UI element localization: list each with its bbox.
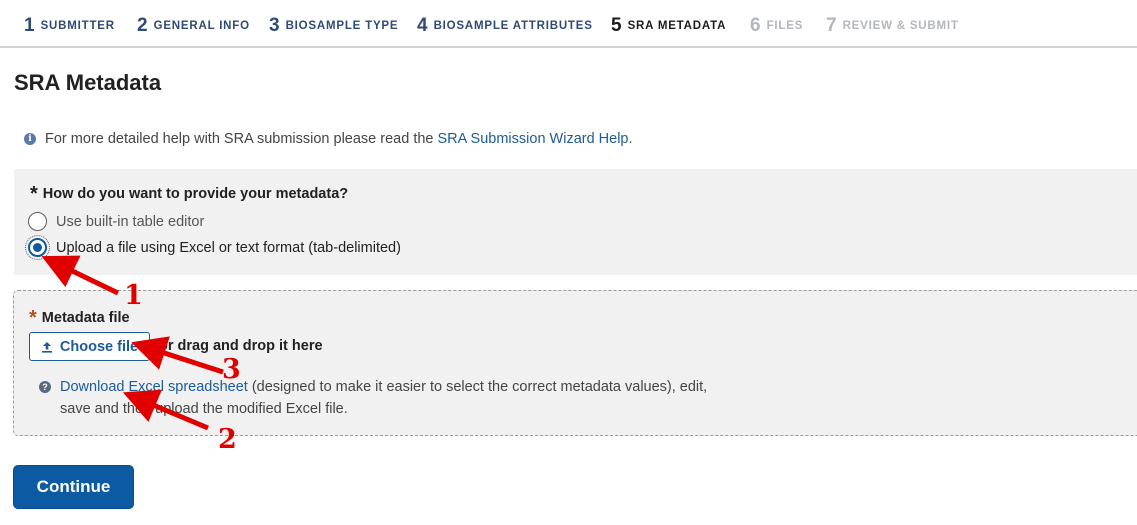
choose-file-button[interactable]: Choose file <box>29 332 150 361</box>
choose-file-label: Choose file <box>59 338 139 355</box>
help-text: For more detailed help with SRA submissi… <box>45 131 434 147</box>
sra-wizard-help-link[interactable]: SRA Submission Wizard Help <box>438 131 629 147</box>
required-star-icon: * <box>30 183 38 205</box>
step-number: 2 <box>137 15 148 36</box>
upload-icon <box>41 341 52 353</box>
wizard-step-bar: 1 SUBMITTER 2 GENERAL INFO 3 BIOSAMPLE T… <box>14 8 974 44</box>
continue-button[interactable]: Continue <box>13 465 134 509</box>
radio-label: Use built-in table editor <box>56 213 205 230</box>
info-icon: i <box>24 133 36 145</box>
metadata-question-text: How do you want to provide your metadata… <box>42 186 349 202</box>
step-biosample-attributes[interactable]: 4 BIOSAMPLE ATTRIBUTES <box>404 8 604 44</box>
drag-drop-text: or drag and drop it here <box>159 338 323 354</box>
step-label: FILES <box>766 20 804 32</box>
metadata-question: * How do you want to provide your metada… <box>30 183 349 205</box>
step-label: SRA METADATA <box>627 20 727 32</box>
radio-option-table-editor[interactable]: Use built-in table editor <box>28 212 204 231</box>
step-number: 6 <box>750 15 761 36</box>
metadata-file-label: * Metadata file <box>29 307 130 329</box>
metadata-file-label-text: Metadata file <box>41 310 130 326</box>
step-label: BIOSAMPLE TYPE <box>285 20 399 32</box>
radio-button-table-editor[interactable] <box>28 212 47 231</box>
radio-label: Upload a file using Excel or text format… <box>56 239 401 256</box>
step-label: REVIEW & SUBMIT <box>842 20 959 32</box>
step-sra-metadata[interactable]: 5 SRA METADATA <box>595 8 739 44</box>
step-general-info[interactable]: 2 GENERAL INFO <box>122 8 258 44</box>
step-label: GENERAL INFO <box>153 20 250 32</box>
help-line: i For more detailed help with SRA submis… <box>24 131 633 147</box>
question-icon: ? <box>39 381 51 393</box>
required-star-icon: * <box>29 307 37 329</box>
step-number: 1 <box>24 15 35 36</box>
step-number: 7 <box>826 15 837 36</box>
step-label: SUBMITTER <box>40 20 115 32</box>
metadata-choice-panel: * How do you want to provide your metada… <box>14 169 1137 275</box>
step-bar-divider <box>0 46 1137 48</box>
download-instructions: Download Excel spreadsheet (designed to … <box>60 376 740 420</box>
step-number: 3 <box>269 15 280 36</box>
step-submitter[interactable]: 1 SUBMITTER <box>14 8 124 44</box>
radio-option-upload-file[interactable]: Upload a file using Excel or text format… <box>25 235 401 260</box>
download-excel-link[interactable]: Download Excel spreadsheet <box>60 379 248 395</box>
help-suffix: . <box>628 131 633 147</box>
radio-button-upload-file[interactable] <box>25 235 50 260</box>
step-number: 4 <box>417 15 428 36</box>
step-review-submit: 7 REVIEW & SUBMIT <box>812 8 972 44</box>
file-drop-zone[interactable]: * Metadata file Choose file or drag and … <box>13 290 1137 436</box>
step-files: 6 FILES <box>736 8 816 44</box>
page-title: SRA Metadata <box>14 70 162 95</box>
step-label: BIOSAMPLE ATTRIBUTES <box>433 20 593 32</box>
step-biosample-type[interactable]: 3 BIOSAMPLE TYPE <box>256 8 406 44</box>
step-number: 5 <box>611 15 622 36</box>
